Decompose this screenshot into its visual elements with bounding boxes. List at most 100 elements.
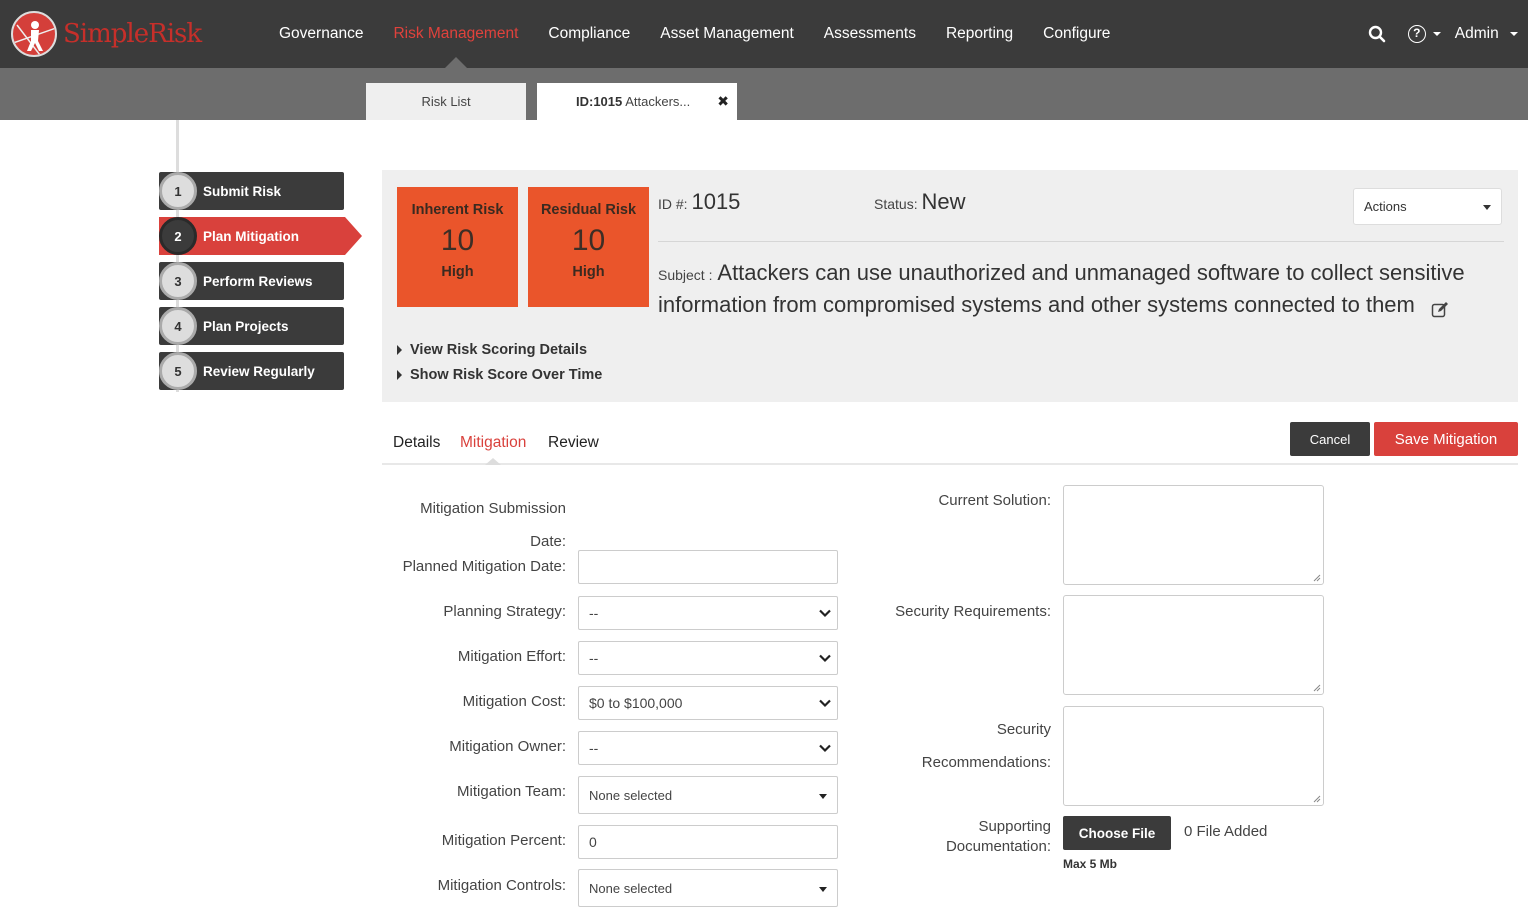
search-icon[interactable] bbox=[1368, 25, 1386, 43]
step-number: 3 bbox=[159, 262, 197, 300]
close-icon[interactable]: ✖ bbox=[717, 93, 729, 110]
nav-assessments[interactable]: Assessments bbox=[824, 0, 916, 68]
mitigation-cost-select[interactable]: $0 to $100,000 bbox=[578, 686, 838, 720]
tab-review[interactable]: Review bbox=[548, 434, 599, 452]
resize-handle-icon[interactable] bbox=[1313, 574, 1321, 582]
chevron-down-icon bbox=[819, 607, 831, 619]
select-value: -- bbox=[589, 650, 598, 666]
tab-risk-title: Attackers... bbox=[625, 94, 690, 109]
current-solution-label: Current Solution: bbox=[860, 492, 1051, 509]
step-perform-reviews[interactable]: 3 Perform Reviews bbox=[159, 262, 344, 300]
mitigation-controls-label: Mitigation Controls: bbox=[380, 877, 566, 894]
mitigation-percent-input[interactable]: 0 bbox=[578, 825, 838, 859]
nav-asset-management[interactable]: Asset Management bbox=[660, 0, 794, 68]
top-navbar: SimpleRisk Governance Risk Management Co… bbox=[0, 0, 1528, 68]
step-plan-mitigation[interactable]: 2 Plan Mitigation bbox=[159, 217, 345, 255]
actions-dropdown[interactable]: Actions bbox=[1353, 188, 1502, 225]
residual-risk-score: 10 bbox=[528, 224, 649, 258]
planned-mitigation-date-input[interactable] bbox=[578, 550, 838, 584]
choose-file-button[interactable]: Choose File bbox=[1063, 816, 1171, 850]
security-recommendations-label: Security Recommendations: bbox=[860, 713, 1051, 779]
actions-label: Actions bbox=[1364, 199, 1407, 214]
step-plan-projects[interactable]: 4 Plan Projects bbox=[159, 307, 344, 345]
mitigation-submission-date-label: Mitigation Submission Date: bbox=[380, 492, 566, 558]
select-value: None selected bbox=[589, 788, 672, 803]
mitigation-owner-select[interactable]: -- bbox=[578, 731, 838, 765]
select-value: $0 to $100,000 bbox=[589, 695, 682, 711]
resize-handle-icon[interactable] bbox=[1313, 684, 1321, 692]
mitigation-team-label: Mitigation Team: bbox=[380, 783, 566, 800]
nav-compliance[interactable]: Compliance bbox=[548, 0, 630, 68]
planned-mitigation-date-label: Planned Mitigation Date: bbox=[380, 558, 566, 575]
nav-risk-management[interactable]: Risk Management bbox=[393, 0, 518, 68]
mitigation-effort-label: Mitigation Effort: bbox=[380, 648, 566, 665]
view-risk-scoring-toggle[interactable]: View Risk Scoring Details bbox=[397, 342, 587, 358]
brand-logo[interactable]: SimpleRisk bbox=[11, 11, 201, 57]
risk-id-value: 1015 bbox=[691, 189, 740, 214]
mitigation-controls-multiselect[interactable]: None selected bbox=[578, 869, 838, 907]
current-solution-textarea[interactable] bbox=[1063, 485, 1324, 585]
residual-risk-box: Residual Risk 10 High bbox=[528, 187, 649, 307]
caret-down-icon bbox=[1510, 32, 1518, 36]
user-menu[interactable]: Admin bbox=[1455, 25, 1518, 43]
risk-id-label: ID #: bbox=[658, 196, 688, 212]
divider bbox=[658, 241, 1504, 242]
select-value: None selected bbox=[589, 881, 672, 896]
step-number: 4 bbox=[159, 307, 197, 345]
security-recommendations-textarea[interactable] bbox=[1063, 706, 1324, 806]
label-line: Recommendations: bbox=[860, 746, 1051, 779]
nav-right: ? Admin bbox=[1368, 0, 1518, 68]
mitigation-effort-select[interactable]: -- bbox=[578, 641, 838, 675]
tab-risk-list[interactable]: Risk List bbox=[366, 83, 526, 120]
risk-subject: Subject : Attackers can use unauthorized… bbox=[658, 258, 1508, 320]
subject-value: Attackers can use unauthorized and unman… bbox=[658, 260, 1465, 317]
brand-name: SimpleRisk bbox=[63, 19, 201, 49]
nav-reporting[interactable]: Reporting bbox=[946, 0, 1013, 68]
caret-right-icon bbox=[397, 345, 402, 355]
mitigation-cost-label: Mitigation Cost: bbox=[380, 693, 566, 710]
step-review-regularly[interactable]: 5 Review Regularly bbox=[159, 352, 344, 390]
step-number: 1 bbox=[159, 172, 197, 210]
logo-icon bbox=[11, 11, 57, 57]
main-nav: Governance Risk Management Compliance As… bbox=[279, 0, 1140, 68]
help-menu[interactable]: ? bbox=[1408, 25, 1441, 43]
max-file-size-note: Max 5 Mb bbox=[1063, 857, 1117, 871]
nav-governance[interactable]: Governance bbox=[279, 0, 363, 68]
tab-details[interactable]: Details bbox=[393, 434, 440, 452]
step-number: 5 bbox=[159, 352, 197, 390]
label-line: Mitigation Submission bbox=[380, 492, 566, 525]
subject-label: Subject : bbox=[658, 267, 712, 283]
risk-tabs: Details Mitigation Review Cancel Save Mi… bbox=[382, 430, 1518, 465]
page-tab-bar: Risk List ID:1015 Attackers... ✖ bbox=[0, 68, 1528, 120]
mitigation-percent-label: Mitigation Percent: bbox=[380, 832, 566, 849]
security-requirements-textarea[interactable] bbox=[1063, 595, 1324, 695]
supporting-documentation-label: Supporting Documentation: bbox=[860, 817, 1051, 857]
toggle-label: View Risk Scoring Details bbox=[410, 342, 587, 358]
risk-id: ID #: 1015 bbox=[658, 189, 740, 215]
step-submit-risk[interactable]: 1 Submit Risk bbox=[159, 172, 344, 210]
tab-risk-id: ID:1015 bbox=[576, 94, 622, 109]
caret-down-icon bbox=[1433, 32, 1441, 36]
caret-down-icon bbox=[1483, 205, 1491, 210]
caret-down-icon bbox=[819, 794, 827, 799]
nav-configure[interactable]: Configure bbox=[1043, 0, 1110, 68]
step-number: 2 bbox=[159, 217, 197, 255]
step-label: Plan Projects bbox=[203, 319, 289, 334]
select-value: -- bbox=[589, 605, 598, 621]
mitigation-team-multiselect[interactable]: None selected bbox=[578, 776, 838, 814]
resize-handle-icon[interactable] bbox=[1313, 795, 1321, 803]
tab-mitigation[interactable]: Mitigation bbox=[460, 434, 526, 452]
risk-status-value: New bbox=[921, 189, 965, 214]
step-label: Submit Risk bbox=[203, 184, 281, 199]
inherent-risk-level: High bbox=[397, 264, 518, 280]
security-requirements-label: Security Requirements: bbox=[860, 603, 1051, 620]
label-line: Date: bbox=[380, 525, 566, 558]
edit-icon[interactable] bbox=[1431, 297, 1449, 315]
save-mitigation-button[interactable]: Save Mitigation bbox=[1374, 422, 1518, 456]
tab-current-risk[interactable]: ID:1015 Attackers... ✖ bbox=[537, 83, 737, 120]
planning-strategy-label: Planning Strategy: bbox=[380, 603, 566, 620]
show-score-over-time-toggle[interactable]: Show Risk Score Over Time bbox=[397, 367, 602, 383]
step-label: Plan Mitigation bbox=[203, 229, 299, 244]
cancel-button[interactable]: Cancel bbox=[1290, 422, 1370, 456]
planning-strategy-select[interactable]: -- bbox=[578, 596, 838, 630]
